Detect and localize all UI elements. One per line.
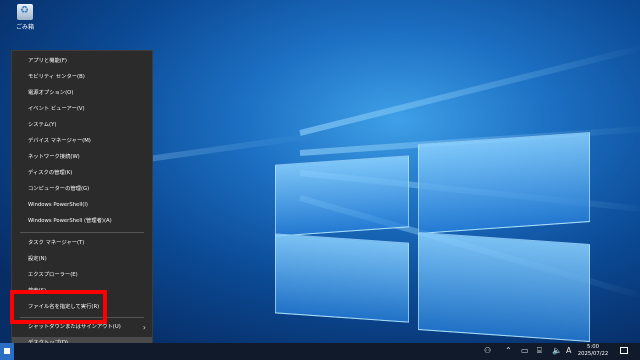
clock-date: 2025/07/22 bbox=[577, 351, 609, 357]
menu-item-shutdown-label: シャットダウンまたはサインアウト(U) bbox=[28, 324, 121, 330]
menu-item-task-manager[interactable]: タスク マネージャー(T) bbox=[12, 237, 152, 250]
menu-item-device-manager[interactable]: デバイス マネージャー(M) bbox=[12, 135, 152, 148]
windows-logo-pane-bl bbox=[275, 233, 409, 323]
menu-item-disk-management[interactable]: ディスクの管理(K) bbox=[12, 167, 152, 180]
windows-logo-pane-tr bbox=[418, 131, 590, 235]
battery-icon[interactable]: ▭ bbox=[521, 346, 529, 355]
taskbar: ⚇ ⌃ ▭ ⌸ 🔈 A 5:00 2025/07/22 bbox=[0, 343, 640, 360]
menu-item-computer-management[interactable]: コンピューターの管理(G) bbox=[12, 183, 152, 196]
windows-logo-pane-br bbox=[418, 231, 590, 343]
notification-icon[interactable] bbox=[620, 347, 628, 354]
menu-item-mobility-center[interactable]: モビリティ センター(B) bbox=[12, 71, 152, 84]
network-icon[interactable]: ⌸ bbox=[537, 346, 542, 356]
menu-item-system[interactable]: システム(Y) bbox=[12, 119, 152, 132]
menu-item-network-connections[interactable]: ネットワーク接続(W) bbox=[12, 151, 152, 164]
chevron-up-icon[interactable]: ⌃ bbox=[505, 346, 512, 355]
menu-item-powershell-admin[interactable]: Windows PowerShell (管理者)(A) bbox=[12, 215, 152, 228]
people-icon[interactable]: ⚇ bbox=[484, 346, 491, 355]
chevron-right-icon: › bbox=[142, 323, 146, 332]
menu-item-event-viewer[interactable]: イベント ビューアー(V) bbox=[12, 103, 152, 116]
taskbar-clock[interactable]: 5:00 2025/07/22 bbox=[571, 344, 615, 358]
menu-separator bbox=[20, 232, 144, 233]
highlight-box bbox=[10, 290, 107, 324]
menu-item-power-options[interactable]: 電源オプション(O) bbox=[12, 87, 152, 100]
menu-item-apps-features[interactable]: アプリと機能(F) bbox=[12, 55, 152, 68]
volume-icon[interactable]: 🔈 bbox=[552, 346, 562, 355]
recycle-bin-icon[interactable]: ごみ箱 bbox=[8, 4, 42, 31]
start-button[interactable] bbox=[0, 343, 14, 360]
windows-logo-pane-tl bbox=[275, 155, 409, 237]
clock-time: 5:00 bbox=[587, 344, 599, 350]
menu-item-settings[interactable]: 設定(N) bbox=[12, 253, 152, 266]
recycle-bin-label: ごみ箱 bbox=[15, 24, 34, 31]
menu-item-powershell[interactable]: Windows PowerShell(I) bbox=[12, 199, 152, 212]
recycle-bin-glyph bbox=[17, 4, 33, 20]
menu-item-explorer[interactable]: エクスプローラー(E) bbox=[12, 269, 152, 282]
